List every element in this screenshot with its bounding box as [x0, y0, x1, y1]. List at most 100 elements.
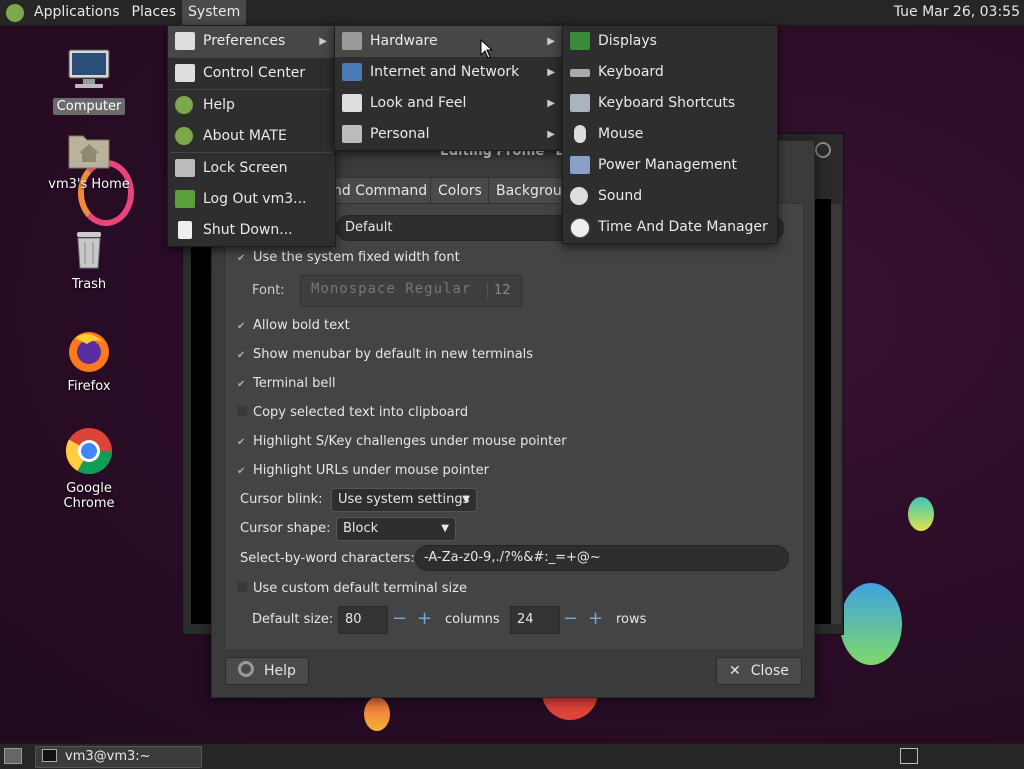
- font-button[interactable]: Monospace Regular 12: [300, 275, 522, 307]
- sound-icon: [570, 187, 588, 205]
- workspace-switcher-icon[interactable]: [900, 748, 918, 764]
- select-word-label: Select-by-word characters:: [240, 551, 415, 566]
- submenu-arrow-icon: ▶: [547, 129, 555, 140]
- rows-spin-input[interactable]: 24: [510, 606, 560, 634]
- menu-item-displays[interactable]: Displays: [563, 26, 777, 57]
- menu-item-hardware[interactable]: Hardware ▶: [335, 26, 563, 57]
- desktop-icon-firefox[interactable]: Firefox: [39, 326, 139, 395]
- window-maximize-icon[interactable]: [815, 142, 831, 158]
- displays-icon: [570, 32, 590, 50]
- menu-item-mouse[interactable]: Mouse: [563, 119, 777, 150]
- control-center-icon: [175, 64, 195, 82]
- check-icon: ✔: [237, 437, 246, 448]
- desktop-icon-label: Computer: [52, 98, 126, 115]
- menu-item-help[interactable]: Help: [168, 90, 335, 121]
- menu-item-log-out[interactable]: Log Out vm3...: [168, 184, 335, 215]
- desktop-icon-label: Trash: [71, 277, 107, 292]
- menu-item-label: Keyboard Shortcuts: [598, 95, 736, 111]
- mouse-pointer-icon: [480, 39, 494, 59]
- check-icon: ✔: [237, 350, 246, 361]
- chrome-icon: [65, 428, 112, 474]
- menu-item-sound[interactable]: Sound: [563, 181, 777, 212]
- cursor-shape-label: Cursor shape:: [240, 521, 331, 536]
- menu-item-preferences[interactable]: Preferences ▶: [168, 26, 335, 57]
- columns-spin-input[interactable]: 80: [338, 606, 388, 634]
- button-label: Close: [750, 663, 789, 679]
- menu-item-lock-screen[interactable]: Lock Screen: [168, 153, 335, 184]
- menu-item-power-management[interactable]: Power Management: [563, 150, 777, 181]
- cursor-blink-label: Cursor blink:: [240, 492, 323, 507]
- button-label: Help: [264, 663, 296, 679]
- highlight-urls-checkbox[interactable]: ✔ Highlight URLs under mouse pointer: [237, 463, 489, 478]
- menu-item-control-center[interactable]: Control Center: [168, 58, 335, 89]
- desktop-icon-computer[interactable]: Computer: [39, 46, 139, 115]
- taskbar-item-terminal[interactable]: vm3@vm3:~: [35, 746, 202, 768]
- clock[interactable]: Tue Mar 26, 03:55: [894, 0, 1020, 25]
- menu-places[interactable]: Places: [126, 0, 183, 25]
- shut-down-icon: [178, 221, 192, 239]
- close-icon: ✕: [729, 663, 741, 679]
- show-desktop-icon[interactable]: [4, 748, 22, 764]
- submenu-arrow-icon: ▶: [319, 36, 327, 47]
- menu-item-keyboard-shortcuts[interactable]: Keyboard Shortcuts: [563, 88, 777, 119]
- mouse-icon: [574, 125, 586, 143]
- menu-item-personal[interactable]: Personal ▶: [335, 119, 563, 150]
- menu-item-label: Look and Feel: [370, 95, 467, 111]
- menu-item-time-date[interactable]: Time And Date Manager: [563, 212, 777, 243]
- allow-bold-checkbox[interactable]: ✔ Allow bold text: [237, 318, 350, 333]
- check-icon: ✔: [237, 253, 246, 264]
- menu-item-shut-down[interactable]: Shut Down...: [168, 215, 335, 246]
- mate-logo-icon[interactable]: [6, 3, 24, 22]
- home-folder-icon: [68, 135, 110, 169]
- desktop-icon-trash[interactable]: Trash: [39, 228, 139, 293]
- close-button[interactable]: ✕ Close: [716, 657, 802, 685]
- menu-item-label: Hardware: [370, 33, 438, 49]
- highlight-skey-checkbox[interactable]: ✔ Highlight S/Key challenges under mouse …: [237, 434, 567, 449]
- hardware-icon: [342, 32, 362, 50]
- look-and-feel-icon: [342, 94, 362, 112]
- keyboard-shortcuts-icon: [570, 94, 590, 112]
- taskbar-item-label: vm3@vm3:~: [65, 749, 151, 764]
- desktop-icon-label: Google Chrome: [63, 481, 115, 511]
- custom-size-checkbox[interactable]: Use custom default terminal size: [237, 581, 467, 596]
- tab-colors[interactable]: Colors: [430, 177, 490, 205]
- menu-item-keyboard[interactable]: Keyboard: [563, 57, 777, 88]
- system-menu: Preferences ▶ Control Center Help About M…: [167, 25, 336, 247]
- terminal-scrollbar[interactable]: [831, 204, 841, 624]
- chevron-down-icon: ▼: [462, 494, 470, 505]
- checkbox-label: Copy selected text into clipboard: [253, 405, 469, 420]
- columns-decrement-button[interactable]: −: [392, 606, 407, 632]
- mate-about-icon: [175, 127, 193, 145]
- menu-item-label: About MATE: [203, 128, 287, 144]
- checkbox-label: Highlight URLs under mouse pointer: [253, 463, 489, 478]
- cursor-shape-dropdown[interactable]: Block ▼: [336, 517, 456, 541]
- menu-item-label: Lock Screen: [203, 160, 288, 176]
- help-button[interactable]: Help: [225, 657, 309, 685]
- menu-item-label: Sound: [598, 188, 643, 204]
- rows-decrement-button[interactable]: −: [563, 606, 578, 632]
- font-label: Font:: [252, 283, 285, 298]
- copy-selected-checkbox[interactable]: Copy selected text into clipboard: [237, 405, 468, 420]
- cursor-blink-dropdown[interactable]: Use system settings ▼: [331, 488, 477, 512]
- rows-increment-button[interactable]: +: [588, 606, 603, 632]
- columns-increment-button[interactable]: +: [417, 606, 432, 632]
- dropdown-value: Use system settings: [338, 492, 470, 507]
- submenu-arrow-icon: ▶: [547, 98, 555, 109]
- menu-item-label: Help: [203, 97, 235, 113]
- tab-command[interactable]: nd Command: [325, 177, 436, 205]
- terminal-bell-checkbox[interactable]: ✔ Terminal bell: [237, 376, 336, 391]
- menu-system[interactable]: System: [182, 0, 247, 25]
- menu-item-about-mate[interactable]: About MATE: [168, 121, 335, 152]
- show-menubar-checkbox[interactable]: ✔ Show menubar by default in new terminal…: [237, 347, 533, 362]
- select-word-input[interactable]: -A-Za-z0-9,./?%&#:_=+@~: [415, 545, 789, 571]
- menu-applications[interactable]: Applications: [28, 0, 126, 25]
- menu-item-internet-network[interactable]: Internet and Network ▶: [335, 57, 563, 88]
- checkbox-label: Use custom default terminal size: [253, 581, 467, 596]
- desktop-icon-chrome[interactable]: Google Chrome: [39, 426, 139, 512]
- menu-item-look-and-feel[interactable]: Look and Feel ▶: [335, 88, 563, 119]
- help-icon: [175, 96, 193, 114]
- bottom-panel: vm3@vm3:~: [0, 743, 1024, 769]
- decor-blob-large: [840, 583, 902, 665]
- use-system-font-checkbox[interactable]: ✔ Use the system fixed width font: [237, 250, 460, 265]
- desktop-icon-home[interactable]: vm3's Home: [39, 128, 139, 193]
